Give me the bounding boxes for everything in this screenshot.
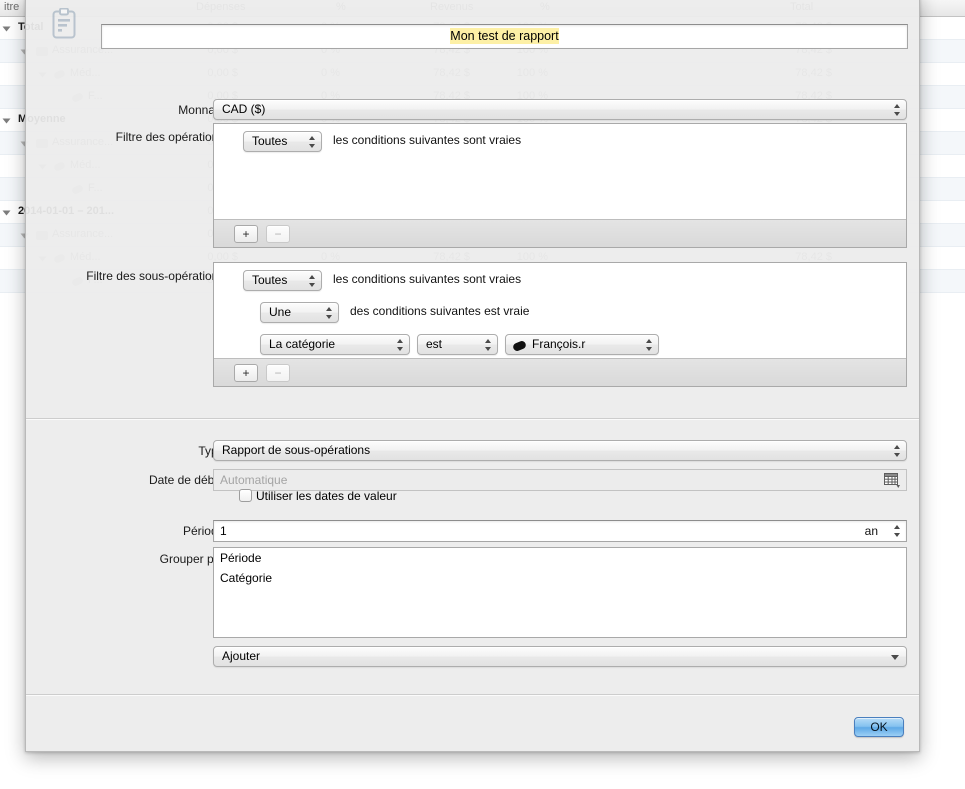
group-by-add-value: Ajouter — [222, 649, 261, 663]
currency-label: Monnaie : — [178, 103, 231, 117]
suboperations-filter-add-button[interactable]: + — [234, 364, 258, 382]
operations-filter-match-text: les conditions suivantes sont vraies — [333, 133, 522, 147]
operations-filter-remove-button[interactable]: − — [266, 225, 290, 243]
suboperations-filter-footer: + − — [214, 358, 906, 386]
period-unit: an — [864, 524, 878, 538]
operations-filter-editor[interactable]: Toutes les conditions suivantes sont vra… — [213, 123, 907, 248]
operations-filter-match-value: Toutes — [252, 134, 288, 148]
group-by-item[interactable]: Période — [214, 548, 906, 568]
suboperations-filter-match-popup[interactable]: Toutes — [243, 270, 322, 291]
section-divider-lower — [26, 694, 919, 695]
operations-filter-add-button[interactable]: + — [234, 225, 258, 243]
stepper-icon — [309, 274, 316, 288]
report-title-value: Mon test de rapport — [450, 28, 559, 44]
section-divider-upper — [26, 418, 919, 419]
period-value: 1 — [220, 524, 227, 538]
condition-field-popup[interactable]: La catégorie — [260, 334, 410, 355]
period-label: Période : — [182, 524, 231, 538]
operations-filter-label: Filtre des opérations : — [115, 130, 231, 144]
suboperations-filter-submatch-popup[interactable]: Une — [260, 302, 339, 323]
value-dates-checkbox[interactable] — [239, 489, 252, 502]
value-dates-checkbox-label[interactable]: Utiliser les dates de valeur — [256, 489, 397, 503]
disclosure-triangle-icon[interactable] — [2, 210, 11, 216]
suboperations-filter-label: Filtre des sous-opérations : — [86, 269, 231, 283]
condition-value-popup[interactable]: François.r — [505, 334, 659, 355]
suboperations-filter-submatch-text: des conditions suivantes est vraie — [350, 304, 530, 318]
group-by-label: Grouper par : — [159, 552, 231, 566]
operations-filter-footer: + − — [214, 219, 906, 247]
disclosure-triangle-icon[interactable] — [2, 118, 11, 124]
disclosure-triangle-icon[interactable] — [2, 26, 11, 32]
group-by-item[interactable]: Catégorie — [214, 568, 906, 588]
currency-popup[interactable]: CAD ($) — [213, 99, 907, 120]
suboperations-filter-editor[interactable]: Toutes les conditions suivantes sont vra… — [213, 262, 907, 387]
condition-operator-popup[interactable]: est — [417, 334, 498, 355]
start-date-placeholder: Automatique — [220, 473, 288, 487]
type-label: Type : — [198, 444, 231, 458]
stepper-icon — [326, 306, 333, 320]
stepper-icon — [397, 338, 404, 352]
condition-field-value: La catégorie — [269, 337, 336, 351]
suboperations-filter-submatch-value: Une — [269, 305, 292, 319]
stepper-icon — [894, 103, 901, 117]
chevron-down-icon — [891, 654, 899, 660]
group-by-list[interactable]: Période Catégorie — [213, 547, 907, 638]
condition-value: François.r — [532, 337, 586, 351]
suboperations-filter-match-value: Toutes — [252, 273, 288, 287]
start-date-label: Date de début : — [148, 473, 231, 487]
ok-button[interactable]: OK — [854, 717, 904, 737]
operations-filter-match-popup[interactable]: Toutes — [243, 131, 322, 152]
start-date-input[interactable]: Automatique — [213, 469, 907, 491]
report-title-input[interactable]: Mon test de rapport — [101, 24, 908, 49]
type-value: Rapport de sous-opérations — [222, 443, 371, 457]
period-stepper-icon[interactable] — [894, 524, 901, 538]
category-pill-icon — [511, 339, 528, 353]
stepper-icon — [646, 338, 653, 352]
column-header-title[interactable]: itre — [4, 1, 19, 13]
stepper-icon — [309, 135, 316, 149]
report-editor-sheet: Mon test de rapport Monnaie : CAD ($) Fi… — [25, 0, 920, 752]
suboperations-filter-match-text: les conditions suivantes sont vraies — [333, 272, 522, 286]
calendar-icon[interactable] — [884, 473, 900, 488]
clipboard-report-icon — [51, 7, 77, 39]
suboperations-filter-remove-button[interactable]: − — [266, 364, 290, 382]
condition-operator-value: est — [426, 337, 443, 351]
stepper-icon — [485, 338, 492, 352]
stepper-icon — [894, 444, 901, 458]
type-popup[interactable]: Rapport de sous-opérations — [213, 440, 907, 461]
period-input[interactable]: 1 an — [213, 520, 907, 542]
group-by-add-popup[interactable]: Ajouter — [213, 646, 907, 667]
currency-value: CAD ($) — [222, 102, 266, 116]
